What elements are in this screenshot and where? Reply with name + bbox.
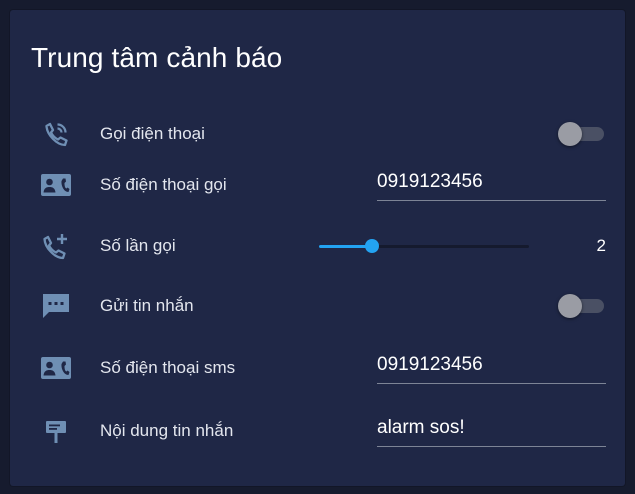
sms-number-field (377, 350, 606, 384)
send-sms-toggle[interactable] (558, 294, 604, 318)
row-label: Số điện thoại sms (100, 358, 236, 377)
call-number-field (377, 167, 606, 201)
row-label: Gửi tin nhắn (100, 296, 194, 315)
toggle-thumb (558, 122, 582, 146)
contact-phone-icon (40, 171, 72, 199)
row-call-number: Số điện thoại gọi (10, 165, 625, 205)
phone-plus-icon (40, 232, 72, 260)
row-sms-number: Số điện thoại sms (10, 348, 625, 388)
row-label: Số điện thoại gọi (100, 175, 227, 194)
row-phone-call: Gọi điện thoại (10, 114, 625, 154)
card-title: Trung tâm cảnh báo (31, 42, 283, 73)
slider-knob[interactable] (365, 239, 379, 253)
contact-phone-icon (40, 354, 72, 382)
call-count-value: 2 (596, 236, 606, 255)
field-underline (377, 200, 606, 201)
field-underline (377, 446, 606, 447)
alert-center-card: Trung tâm cảnh báo Gọi điện thoại Số điệ (10, 10, 625, 486)
row-label: Số lần gọi (100, 236, 176, 255)
message-text-icon (40, 292, 72, 320)
row-sms-content: Nội dung tin nhắn (10, 411, 625, 451)
message-board-icon (40, 417, 72, 445)
toggle-thumb (558, 294, 582, 318)
sms-content-field (377, 413, 606, 447)
field-underline (377, 383, 606, 384)
row-label: Nội dung tin nhắn (100, 421, 234, 440)
sms-content-input[interactable] (377, 413, 606, 443)
phone-in-talk-icon (40, 120, 72, 148)
call-count-slider[interactable] (319, 236, 529, 256)
sms-number-input[interactable] (377, 350, 606, 380)
row-send-sms: Gửi tin nhắn (10, 286, 625, 326)
phone-call-toggle[interactable] (558, 122, 604, 146)
call-number-input[interactable] (377, 167, 606, 197)
row-call-count: Số lần gọi 2 (10, 226, 625, 266)
row-label: Gọi điện thoại (100, 124, 205, 143)
